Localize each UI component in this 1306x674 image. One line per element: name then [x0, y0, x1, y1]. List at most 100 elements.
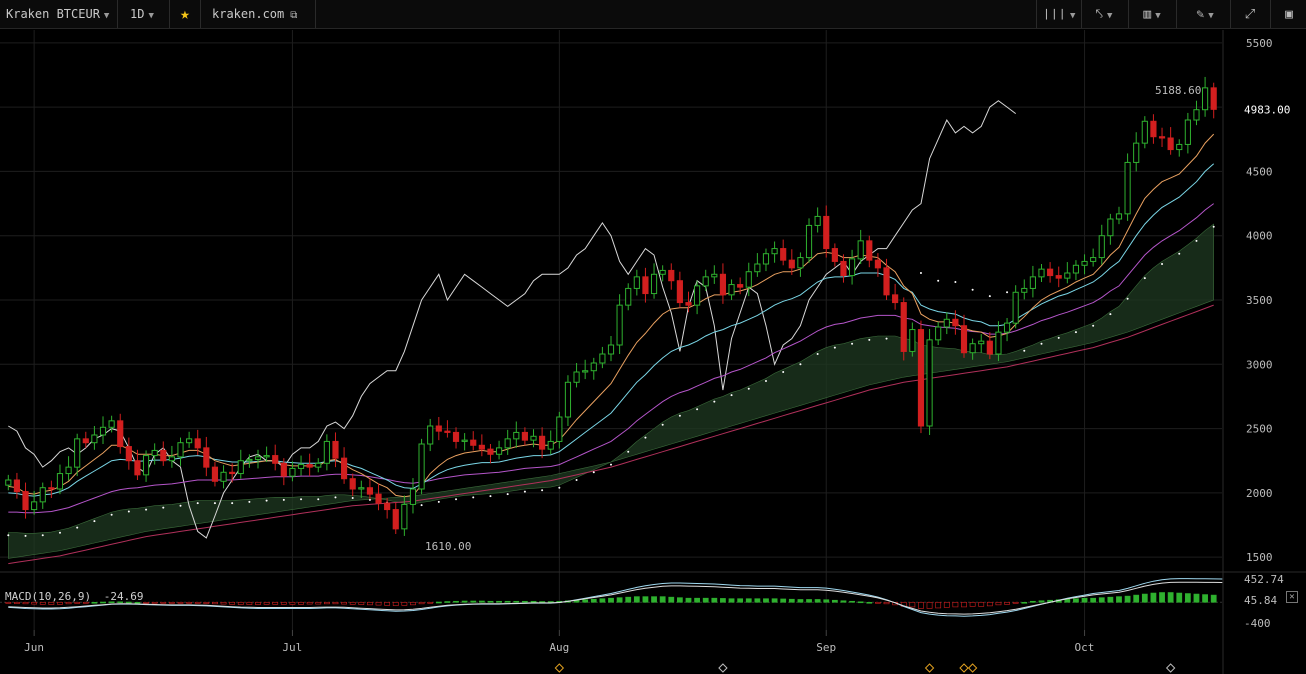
- macd-histogram-bar: [186, 601, 192, 604]
- macd-histogram-bar: [401, 601, 408, 606]
- candle-body: [1158, 136, 1166, 139]
- candle-body: [952, 318, 959, 327]
- candle-body: [263, 455, 270, 458]
- candle-body: [341, 457, 348, 480]
- psar-dot: [231, 502, 234, 505]
- candle-body: [892, 294, 899, 304]
- candle-body: [530, 435, 537, 441]
- candle-body: [349, 478, 356, 490]
- candle-body: [487, 448, 494, 455]
- candle-body: [1038, 268, 1045, 278]
- psar-dot: [472, 496, 475, 499]
- psar-dot: [937, 279, 940, 282]
- candle-body: [642, 276, 649, 295]
- event-marker-icon: [718, 663, 728, 673]
- macd-histogram-bar: [392, 601, 399, 606]
- macd-histogram-bar: [220, 601, 227, 605]
- psar-dot: [747, 387, 750, 390]
- psar-dot: [179, 504, 182, 507]
- candle-body: [401, 503, 408, 530]
- macd-histogram-bar: [986, 601, 993, 607]
- macd-histogram-bar: [978, 601, 985, 607]
- candle-body: [375, 493, 382, 504]
- candle-body: [702, 276, 709, 287]
- candle-body: [805, 224, 813, 259]
- psar-dot: [713, 400, 716, 403]
- psar-dot: [300, 498, 303, 501]
- candle-body: [332, 440, 339, 459]
- candle-body: [883, 267, 890, 296]
- candle-body: [427, 425, 434, 445]
- psar-dot: [541, 489, 544, 492]
- compare-line: [8, 100, 1017, 539]
- macd-histogram-bar: [306, 601, 313, 605]
- psar-dot: [58, 531, 61, 534]
- macd-histogram-bar: [831, 599, 838, 603]
- macd-histogram-bar: [461, 600, 468, 603]
- x-tick-label: Jul: [282, 641, 302, 654]
- candle-body: [900, 302, 907, 352]
- macd-histogram-bar: [169, 601, 175, 604]
- macd-histogram-bar: [289, 601, 296, 605]
- macd-histogram-bar: [418, 601, 425, 605]
- candle-body: [866, 240, 873, 261]
- candle-body: [409, 488, 417, 505]
- macd-histogram-bar: [806, 599, 812, 603]
- price-chart[interactable]: 5500 4500 4000 3500 3000 2500 2000 1500 Jun Jul Au…: [0, 0, 1306, 674]
- macd-histogram-bar: [676, 597, 683, 603]
- macd-histogram-bar: [702, 597, 709, 603]
- macd-histogram-bar: [668, 596, 675, 603]
- candle-body: [418, 443, 425, 490]
- event-marker-icon: [967, 663, 978, 673]
- candle-body: [573, 371, 580, 383]
- low-price-label: 1610.00: [425, 540, 471, 553]
- event-marker-icon: [959, 663, 969, 673]
- candle-body: [220, 471, 227, 482]
- macd-histogram-bar: [926, 601, 933, 609]
- macd-histogram-bar: [444, 601, 451, 603]
- y-tick-label: 2000: [1246, 487, 1273, 500]
- candle-body: [1047, 268, 1054, 277]
- macd-histogram-bar: [1081, 597, 1088, 603]
- psar-dot: [41, 534, 44, 537]
- candle-body: [280, 462, 287, 477]
- psar-dot: [145, 508, 148, 511]
- candle-body: [917, 329, 925, 427]
- candle-body: [99, 426, 107, 436]
- macd-axis-label: 452.74: [1244, 573, 1284, 586]
- psar-dot: [437, 500, 440, 503]
- macd-histogram-bar: [323, 601, 330, 605]
- macd-histogram-bar: [349, 601, 356, 605]
- y-tick-label: 5500: [1246, 37, 1273, 50]
- macd-histogram-bar: [754, 598, 761, 603]
- candle-body: [711, 273, 718, 278]
- candle-body: [48, 487, 55, 490]
- psar-dot: [558, 486, 561, 489]
- psar-dot: [110, 513, 113, 516]
- candle-body: [56, 473, 64, 490]
- macd-histogram-bar: [608, 597, 614, 603]
- macd-histogram-bar: [599, 598, 606, 603]
- macd-histogram-bar: [151, 601, 158, 604]
- candle-body: [246, 458, 253, 462]
- candle-body: [495, 447, 503, 455]
- macd-histogram-bar: [229, 601, 236, 605]
- close-indicator-icon[interactable]: ✕: [1286, 591, 1298, 603]
- candle-body: [909, 329, 916, 352]
- candle-body: [160, 449, 167, 462]
- candle-body: [392, 509, 399, 530]
- psar-dot: [1161, 263, 1164, 265]
- macd-histogram-bar: [358, 601, 365, 605]
- macd-histogram-bar: [1038, 600, 1045, 603]
- macd-histogram-bar: [625, 596, 632, 603]
- macd-histogram-bar: [237, 601, 244, 605]
- psar-dot: [1006, 291, 1009, 294]
- x-tick-label: Sep: [816, 641, 836, 654]
- candle-body: [848, 258, 856, 277]
- psar-dot: [455, 498, 458, 501]
- macd-signal-line: [8, 581, 1223, 615]
- candle-body: [935, 326, 942, 341]
- psar-dot: [1074, 331, 1077, 334]
- macd-histogram-bar: [694, 597, 700, 603]
- psar-dot: [1109, 313, 1112, 316]
